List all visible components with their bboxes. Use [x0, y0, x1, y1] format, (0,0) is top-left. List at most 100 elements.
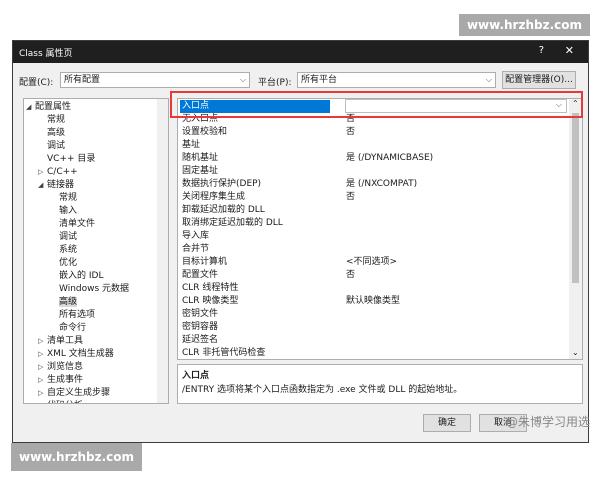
- tree-item[interactable]: 所有选项: [50, 309, 95, 322]
- tree-item[interactable]: ▷ 清单工具: [38, 335, 83, 348]
- tree-item[interactable]: 高级: [38, 127, 65, 140]
- tree-item[interactable]: ▷ C/C++: [38, 166, 78, 179]
- tree-item-label: 常规: [47, 115, 66, 125]
- property-row[interactable]: 随机基址 是 (/DYNAMICBASE): [178, 152, 567, 165]
- scroll-down-icon[interactable]: ⌄: [572, 348, 579, 357]
- property-name: 目标计算机: [182, 257, 228, 267]
- tree-item-label: 自定义生成步骤: [47, 388, 111, 398]
- scroll-thumb[interactable]: [572, 113, 579, 283]
- config-label: 配置(C):: [19, 78, 54, 88]
- property-name: 关闭程序集生成: [182, 192, 246, 202]
- property-name: CLR 线程特性: [182, 283, 239, 293]
- tree-item[interactable]: ▷ XML 文档生成器: [38, 348, 114, 361]
- property-row[interactable]: 延迟签名: [178, 334, 567, 347]
- tree-item[interactable]: ▷ 自定义生成步骤: [38, 387, 110, 400]
- tree-item-label: 命令行: [59, 323, 87, 333]
- property-tree: ◢ 配置属性 常规 高级 调试 VC++ 目录 ▷ C/C++ ◢ 链接器 常规 输入 清单文件 调试 系统…: [23, 98, 169, 404]
- expand-arrow-icon[interactable]: ▷: [38, 166, 47, 179]
- property-row[interactable]: 卸载延迟加载的 DLL: [178, 204, 567, 217]
- property-name: 卸载延迟加载的 DLL: [182, 205, 265, 215]
- expand-arrow-icon[interactable]: ▷: [38, 387, 47, 400]
- tree-item[interactable]: ▷ 浏览信息: [38, 361, 83, 374]
- description-text: /ENTRY 选项将某个入口点函数指定为 .exe 文件或 DLL 的起始地址。: [182, 385, 463, 395]
- property-grid: 入口点 无入口点否设置校验和否基址 随机基址是 (/DYNAMICBASE) 固定基址…: [177, 98, 583, 360]
- property-name: 配置文件: [182, 270, 219, 280]
- property-row[interactable]: CLR 线程特性: [178, 282, 567, 295]
- tree-item-label: 嵌入的 IDL: [59, 271, 104, 281]
- tree-item-label: Windows 元数据: [59, 284, 130, 294]
- dialog-title: Class 属性页: [19, 49, 73, 59]
- expand-arrow-icon[interactable]: ▷: [38, 374, 47, 387]
- tree-item[interactable]: 常规: [38, 114, 65, 127]
- property-row[interactable]: 导入库: [178, 230, 567, 243]
- expand-arrow-icon[interactable]: ◢: [38, 179, 47, 192]
- config-combo[interactable]: 所有配置 ⌵: [60, 72, 250, 88]
- tree-item-label: XML 文档生成器: [47, 349, 114, 359]
- tree-item[interactable]: Windows 元数据: [50, 283, 129, 296]
- property-row[interactable]: 基址: [178, 139, 567, 152]
- expand-arrow-icon[interactable]: ▷: [38, 400, 47, 403]
- tree-item-label: 代码分析: [47, 401, 83, 403]
- tree-item[interactable]: ▷ 生成事件: [38, 374, 83, 387]
- tree-item[interactable]: 清单文件: [50, 218, 95, 231]
- property-row[interactable]: CLR 非托管代码检查: [178, 347, 567, 359]
- tree-item[interactable]: ◢ 配置属性: [26, 101, 71, 114]
- expand-arrow-icon[interactable]: ◢: [26, 101, 35, 114]
- platform-combo-value: 所有平台: [301, 75, 338, 85]
- config-manager-button[interactable]: 配置管理器(O)...: [502, 71, 576, 89]
- tree-scrollbar[interactable]: [157, 99, 168, 403]
- property-name: CLR 映像类型: [182, 296, 239, 306]
- tree-item[interactable]: 常规: [50, 192, 77, 205]
- property-value: 是 (/DYNAMICBASE): [346, 153, 434, 163]
- property-name: 随机基址: [182, 153, 219, 163]
- tree-item[interactable]: 调试: [50, 231, 77, 244]
- tree-item[interactable]: 输入: [50, 205, 77, 218]
- tree-item[interactable]: 高级: [50, 296, 78, 309]
- property-name: 密钥容器: [182, 322, 219, 332]
- property-value: 否: [346, 127, 356, 137]
- watermark: @朱博学习用选: [505, 415, 590, 429]
- platform-combo[interactable]: 所有平台 ⌵: [297, 72, 496, 88]
- description-panel: 入口点 /ENTRY 选项将某个入口点函数指定为 .exe 文件或 DLL 的起…: [177, 364, 583, 404]
- property-name: 固定基址: [182, 166, 219, 176]
- tree-item[interactable]: 系统: [50, 244, 77, 257]
- tree-item-label: 系统: [59, 245, 78, 255]
- property-row[interactable]: 密钥容器: [178, 321, 567, 334]
- property-row[interactable]: 固定基址: [178, 165, 567, 178]
- tree-item[interactable]: 命令行: [50, 322, 86, 335]
- property-row[interactable]: 数据执行保护(DEP) 是 (/NXCOMPAT): [178, 178, 567, 191]
- property-row[interactable]: 配置文件 否: [178, 269, 567, 282]
- tree-item-label: 链接器: [47, 180, 75, 190]
- tree-item[interactable]: ▷代码分析: [38, 400, 83, 403]
- tree-item-label: 输入: [59, 206, 78, 216]
- property-row[interactable]: 合并节: [178, 243, 567, 256]
- tree-item[interactable]: ◢ 链接器: [38, 179, 74, 192]
- property-row[interactable]: 设置校验和 否: [178, 126, 567, 139]
- tree-item-label: 配置属性: [35, 102, 72, 112]
- ok-button[interactable]: 确定: [423, 414, 471, 432]
- property-value: 否: [346, 270, 356, 280]
- tree-item[interactable]: 嵌入的 IDL: [50, 270, 103, 283]
- property-value: 是 (/NXCOMPAT): [346, 179, 418, 189]
- tree-item[interactable]: 调试: [38, 140, 65, 153]
- expand-arrow-icon[interactable]: ▷: [38, 335, 47, 348]
- property-row[interactable]: 目标计算机 <不同选项>: [178, 256, 567, 269]
- expand-arrow-icon[interactable]: ▷: [38, 348, 47, 361]
- tree-item-label: 清单工具: [47, 336, 84, 346]
- expand-arrow-icon[interactable]: ▷: [38, 361, 47, 374]
- property-value: <不同选项>: [346, 257, 398, 267]
- property-row[interactable]: 关闭程序集生成 否: [178, 191, 567, 204]
- watermark: www.hrzhbz.com: [458, 14, 590, 36]
- close-button[interactable]: ✕: [565, 44, 574, 57]
- tree-item[interactable]: 优化: [50, 257, 77, 270]
- highlight-box: [170, 91, 583, 118]
- property-row[interactable]: CLR 映像类型 默认映像类型: [178, 295, 567, 308]
- property-row[interactable]: 密钥文件: [178, 308, 567, 321]
- grid-scrollbar[interactable]: ⌃ ⌄: [569, 99, 582, 359]
- property-name: 设置校验和: [182, 127, 228, 137]
- help-button[interactable]: ?: [539, 45, 544, 56]
- chevron-down-icon: ⌵: [239, 75, 246, 84]
- tree-item[interactable]: VC++ 目录: [38, 153, 95, 166]
- property-row[interactable]: 取消绑定延迟加载的 DLL: [178, 217, 567, 230]
- tree-item-label: 常规: [59, 193, 78, 203]
